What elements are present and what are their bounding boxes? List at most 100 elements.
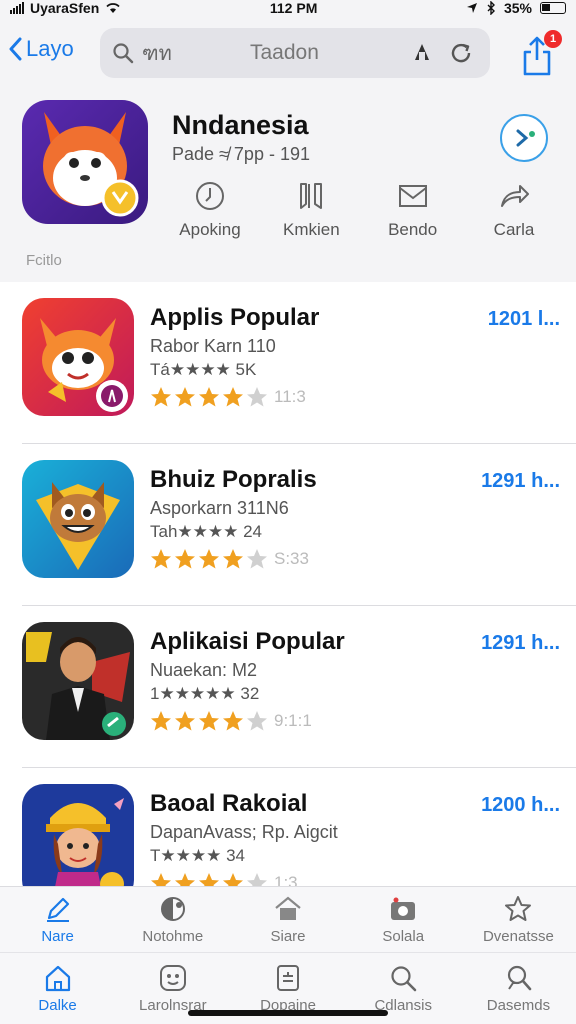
star-rating: 11:3	[150, 386, 306, 408]
tab-dvenatsse[interactable]: Dvenatsse	[461, 887, 576, 952]
star-icon	[223, 549, 243, 569]
tab-label: Dvenatsse	[482, 928, 554, 945]
app-icon[interactable]	[22, 784, 134, 902]
app-get-button[interactable]: 1291 h...	[481, 632, 560, 655]
tab-solala[interactable]: Solala	[346, 887, 461, 952]
app-rating-count: 1★★★★★ 32	[150, 684, 260, 703]
app-developer: Nuaekan: M2	[150, 660, 258, 680]
star-rating: S:33	[150, 548, 309, 570]
search-icon	[391, 966, 417, 992]
star-empty-icon	[247, 549, 267, 569]
status-right: 35%	[466, 0, 566, 16]
wifi-icon	[106, 3, 120, 13]
tab-nare[interactable]: Nare	[0, 887, 115, 952]
featured-app-subtitle: Pade ≉ 7pp - 191	[172, 144, 310, 164]
star-empty-icon	[247, 387, 267, 407]
action-kmkien[interactable]: Kmkien	[273, 180, 349, 240]
action-label: Bendo	[388, 220, 438, 239]
arrow-right-icon	[516, 129, 535, 147]
tab-label: Dalke	[38, 997, 77, 1014]
home-indicator[interactable]	[188, 1010, 388, 1016]
app-row[interactable]: Bhuiz Popralis Asporkarn 311N6 Tah★★★★ 2…	[22, 444, 576, 606]
app-get-button[interactable]: 1201 l...	[488, 308, 560, 331]
home-icon	[45, 965, 70, 992]
app-rating-count: Tah★★★★ 24	[150, 522, 263, 541]
featured-get-button[interactable]	[500, 114, 548, 162]
globe-icon	[160, 897, 185, 921]
search-query: ฑท	[142, 43, 172, 65]
app-rating-count: Tá★★★★ 5K	[150, 360, 257, 379]
character-portrait-icon	[22, 622, 134, 740]
battery-icon	[540, 2, 566, 14]
app-row[interactable]: Aplikaisi Popular Nuaekan: M2 1★★★★★ 32 …	[22, 606, 576, 768]
carrier-label: UyaraSfen	[30, 0, 100, 16]
rating-text: 11:3	[274, 387, 306, 406]
featured-app-icon[interactable]	[22, 100, 148, 224]
star-icon	[175, 387, 195, 407]
mic-icon[interactable]	[412, 42, 432, 64]
tab-notohme[interactable]: Notohme	[115, 887, 230, 952]
action-carla[interactable]: Carla	[476, 180, 552, 240]
search-input[interactable]: ฑท Taadon	[100, 28, 490, 78]
document-icon	[277, 965, 299, 991]
chevron-left-icon	[9, 37, 22, 61]
app-title: Aplikaisi Popular	[150, 628, 345, 655]
tab-dasemds[interactable]: Dasemds	[461, 953, 576, 1024]
house-icon	[275, 896, 301, 920]
character-portrait-icon	[22, 784, 134, 902]
rating-text: 9:1:1	[274, 711, 312, 730]
app-title: Applis Popular	[150, 304, 320, 331]
section-hint: Fcitlo	[26, 252, 62, 269]
back-label: Layo	[26, 36, 74, 61]
star-icon	[223, 387, 243, 407]
app-icon[interactable]	[22, 298, 134, 416]
star-icon	[151, 387, 171, 407]
star-icon	[199, 711, 219, 731]
rating-text: S:33	[274, 549, 309, 568]
featured-app: Nndanesia Pade ≉ 7pp - 191 Apoking Kmkie…	[22, 100, 562, 250]
bookmark-icon	[300, 183, 323, 209]
app-icon[interactable]	[22, 622, 134, 740]
back-button[interactable]: Layo	[8, 36, 74, 62]
tab-label: Nare	[41, 928, 74, 945]
notification-badge: 1	[544, 30, 562, 48]
star-icon	[199, 549, 219, 569]
star-icon	[223, 711, 243, 731]
star-rating: 9:1:1	[150, 710, 312, 732]
app-get-button[interactable]: 1291 h...	[481, 470, 560, 493]
tab-label: Notohme	[142, 928, 204, 945]
signal-icon	[10, 2, 24, 14]
search-icon	[113, 43, 134, 64]
tab-label: Siare	[270, 928, 306, 945]
app-get-button[interactable]: 1200 h...	[481, 794, 560, 817]
app-list: Applis Popular Rabor Karn 110 Tá★★★★ 5K …	[0, 282, 576, 930]
star-icon	[151, 549, 171, 569]
tab-bar-top: Nare Notohme Siare Solala Dvenatsse	[0, 886, 576, 952]
app-rating-count: T★★★★ 34	[150, 846, 245, 865]
action-label: Apoking	[179, 220, 241, 239]
status-bar: UyaraSfen 112 PM 35%	[0, 0, 576, 16]
app-icon[interactable]	[22, 460, 134, 578]
action-bendo[interactable]: Bendo	[375, 180, 451, 240]
search-placeholder: Taadon	[250, 41, 319, 64]
mail-icon	[398, 185, 427, 207]
tab-dalke[interactable]: Dalke	[0, 953, 115, 1024]
app-title: Bhuiz Popralis	[150, 466, 317, 493]
action-label: Kmkien	[282, 220, 340, 239]
featured-app-title: Nndanesia	[172, 110, 309, 140]
nav-row: Layo ฑท Taadon 1	[0, 24, 576, 80]
location-icon	[466, 3, 477, 13]
refresh-icon[interactable]	[448, 40, 474, 66]
app-title: Baoal Rakoial	[150, 790, 308, 817]
app-row[interactable]: Applis Popular Rabor Karn 110 Tá★★★★ 5K …	[22, 282, 576, 444]
battery-percent: 35%	[503, 0, 532, 16]
share-button[interactable]: 1	[520, 30, 562, 76]
share-arrow-icon	[500, 185, 529, 207]
action-label: Carla	[493, 220, 535, 239]
tab-label: Dasemds	[486, 997, 551, 1014]
status-time: 112 PM	[269, 0, 318, 16]
pencil-icon	[46, 897, 69, 922]
star-outline-icon	[505, 896, 532, 921]
action-apoking[interactable]: Apoking	[172, 180, 248, 240]
tab-siare[interactable]: Siare	[230, 887, 345, 952]
